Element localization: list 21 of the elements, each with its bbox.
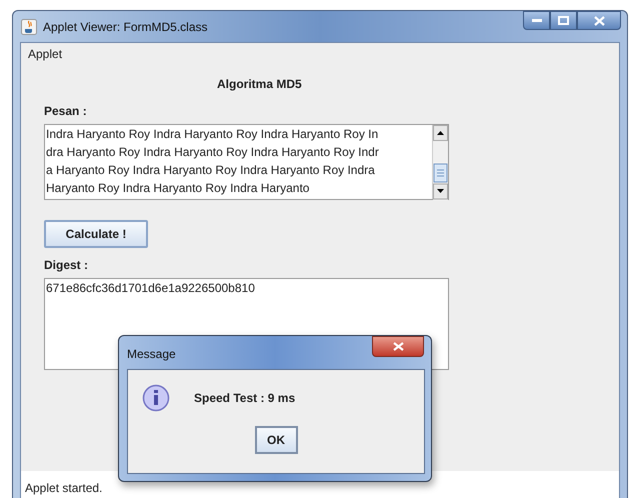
message-label: Pesan : xyxy=(44,104,88,120)
menu-item[interactable]: Applet xyxy=(25,47,66,61)
cup-icon xyxy=(21,18,37,34)
maximize-icon xyxy=(558,16,569,25)
window-title: Applet Viewer: FormMD5.class xyxy=(43,20,208,34)
close-icon xyxy=(594,16,604,26)
status-text: Applet started. xyxy=(24,481,102,496)
close-icon xyxy=(392,342,404,351)
ok-button[interactable]: OK xyxy=(254,426,298,454)
info-icon xyxy=(142,384,170,412)
dialog-title: Message xyxy=(127,347,176,361)
maximize-button[interactable] xyxy=(550,11,577,30)
digest-label: Digest : xyxy=(44,258,90,274)
form-heading: Algoritma MD5 xyxy=(217,77,303,93)
calculate-button[interactable]: Calculate ! xyxy=(44,220,148,248)
close-button[interactable] xyxy=(372,336,424,357)
message-text-area[interactable]: Indra Haryanto Roy Indra Haryanto Roy Indra Haryanto Roy In dra Haryanto Roy Indra Haryanto Roy Indra Haryanto Roy Indr a Haryanto Roy Indra Haryanto Roy Indra Haryanto Roy Indra Haryanto Roy Indra Haryanto Roy Indra Haryanto xyxy=(44,124,449,200)
dialog-message: Speed Test : 9 ms xyxy=(194,391,296,405)
minimize-button[interactable] xyxy=(523,11,550,30)
close-button[interactable] xyxy=(577,11,621,30)
minimize-icon xyxy=(532,18,542,22)
